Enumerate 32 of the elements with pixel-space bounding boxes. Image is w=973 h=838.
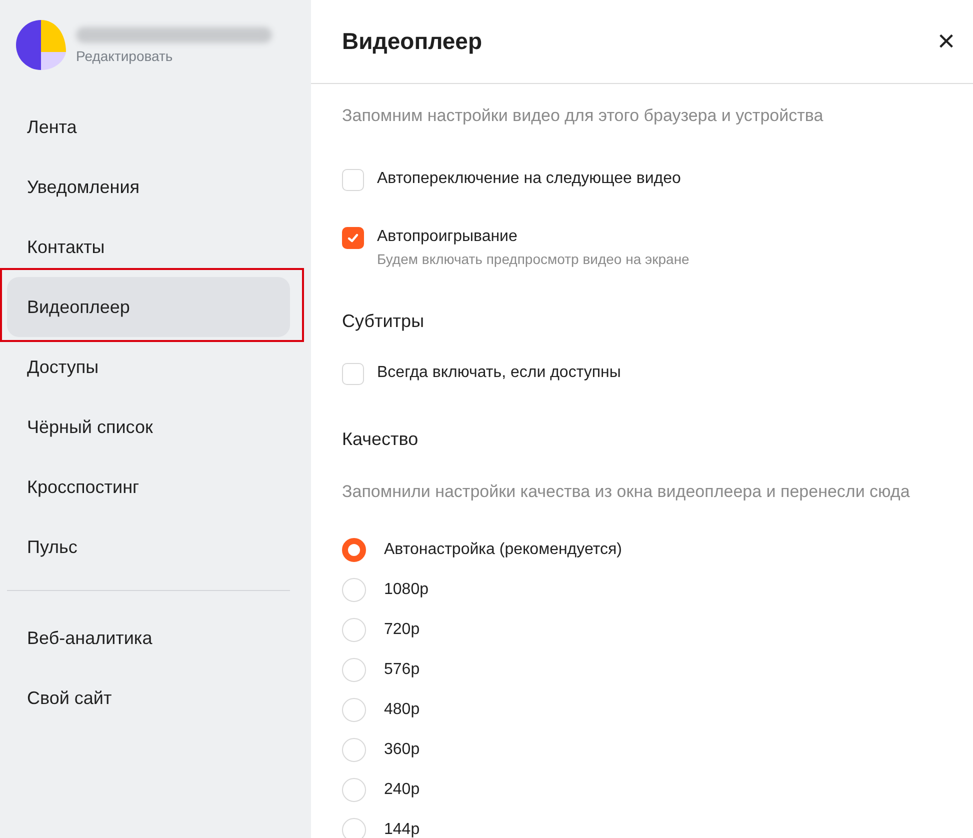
sidebar-item[interactable]: Доступы <box>7 337 290 397</box>
checkbox-label[interactable]: Автопроигрывание <box>377 228 690 246</box>
sidebar-item[interactable]: Контакты <box>7 217 290 277</box>
radio-button[interactable] <box>342 538 366 562</box>
radio-label[interactable]: 576p <box>384 661 420 679</box>
radio-label[interactable]: Автонастройка (рекомендуется) <box>384 541 622 559</box>
checkbox-label[interactable]: Автопереключение на следующее видео <box>377 170 681 188</box>
radio-label[interactable]: 1080p <box>384 581 428 599</box>
close-button[interactable]: × <box>933 26 959 56</box>
sidebar-item[interactable]: Пульс <box>7 517 290 577</box>
sidebar-item[interactable]: Кросспостинг <box>7 457 290 517</box>
checkbox-label[interactable]: Всегда включать, если доступны <box>377 364 621 382</box>
sidebar-item[interactable]: Видеоплеер <box>7 277 290 337</box>
section-heading: Качество <box>342 429 420 450</box>
radio-label[interactable]: 240p <box>384 781 420 799</box>
radio-label[interactable]: 480p <box>384 701 420 719</box>
checkbox[interactable] <box>342 227 364 249</box>
section-hint: Запомним настройки видео для этого браузера и устройства <box>342 106 824 126</box>
section-hint: Запомнили настройки качества из окна видеоплеера и перенесли сюда <box>342 482 911 502</box>
sidebar-item[interactable]: Уведомления <box>7 157 290 217</box>
panel-title: Видеоплеер <box>342 28 482 55</box>
radio-label[interactable]: 144p <box>384 821 420 838</box>
option-hint: Будем включать предпросмотр видео на экране <box>377 251 690 267</box>
sidebar-item[interactable]: Лента <box>7 97 290 157</box>
channel-logo-icon <box>16 20 66 70</box>
sidebar-item[interactable]: Веб-аналитика <box>7 608 290 668</box>
checkmark-icon <box>346 231 360 245</box>
sidebar-item[interactable]: Свой сайт <box>7 668 290 728</box>
sidebar-item[interactable]: Чёрный список <box>7 397 290 457</box>
radio-label[interactable]: 720p <box>384 621 420 639</box>
radio-label[interactable]: 360p <box>384 741 420 759</box>
section-heading: Субтитры <box>342 311 426 332</box>
